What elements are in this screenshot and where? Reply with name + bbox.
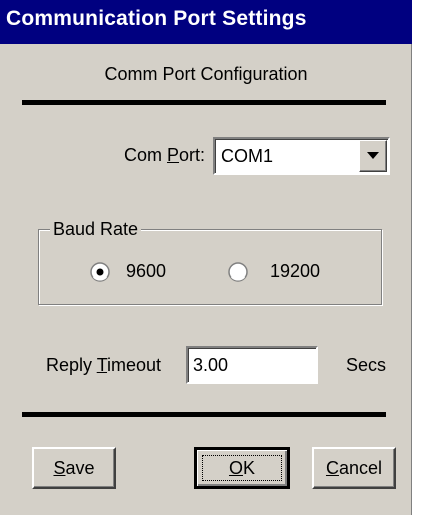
save-button[interactable]: Save bbox=[32, 447, 116, 489]
timeout-unit-label: Secs bbox=[346, 355, 387, 375]
radio-9600[interactable] bbox=[90, 262, 110, 282]
reply-timeout-label: Reply Timeout bbox=[46, 355, 162, 375]
section-title: Comm Port Configuration bbox=[104, 64, 308, 84]
bottom-divider bbox=[22, 412, 386, 417]
title-bar[interactable]: Communication Port Settings bbox=[0, 0, 412, 44]
ok-button[interactable]: OK bbox=[194, 447, 290, 489]
baud-rate-group-label: Baud Rate bbox=[50, 219, 142, 240]
com-port-label: Com Port: bbox=[124, 145, 206, 165]
com-port-value: COM1 bbox=[221, 146, 274, 166]
dropdown-button[interactable] bbox=[359, 140, 387, 172]
cancel-button[interactable]: Cancel bbox=[312, 447, 396, 489]
dialog-window: Communication Port Settings Comm Port Co… bbox=[0, 0, 412, 515]
reply-timeout-input[interactable]: 3.00 bbox=[186, 346, 318, 384]
radio-label-9600[interactable]: 9600 bbox=[126, 261, 166, 282]
reply-timeout-value: 3.00 bbox=[193, 355, 229, 375]
radio-19200[interactable] bbox=[228, 262, 248, 282]
com-port-dropdown[interactable]: COM1 bbox=[213, 137, 390, 175]
window-title: Communication Port Settings bbox=[6, 7, 307, 30]
top-divider bbox=[22, 100, 386, 105]
radio-label-19200[interactable]: 19200 bbox=[270, 261, 320, 282]
chevron-down-icon bbox=[367, 152, 379, 159]
